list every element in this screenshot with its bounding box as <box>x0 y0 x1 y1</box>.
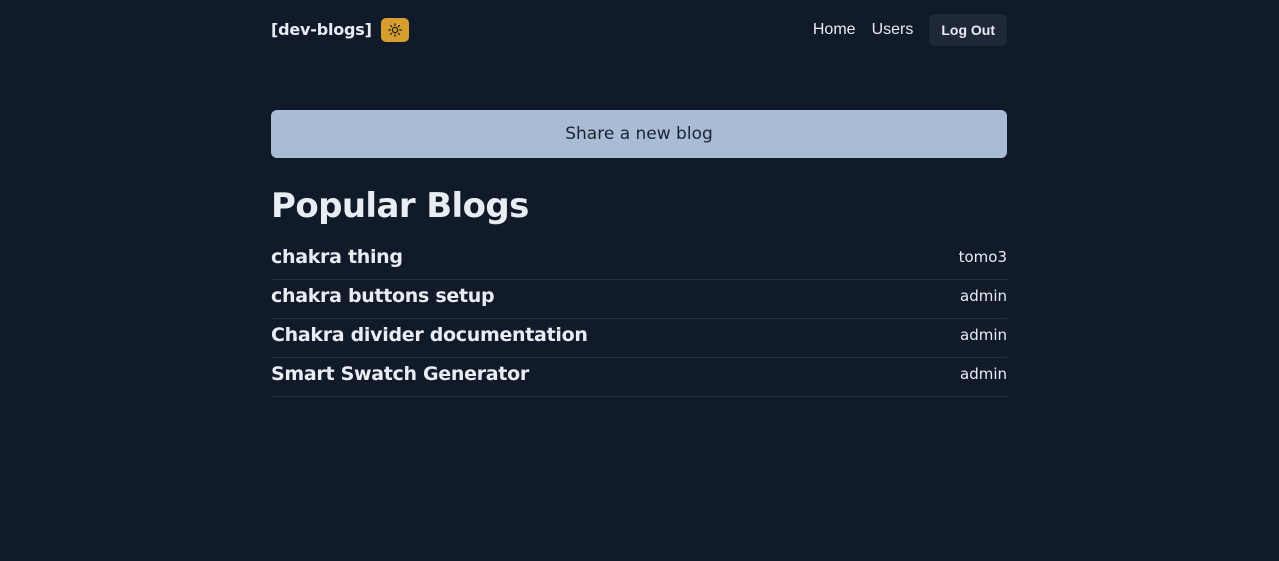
blog-list-item: chakra thing tomo3 <box>271 242 1007 280</box>
nav-links: Home Users Log Out <box>813 14 1007 46</box>
blog-title-link[interactable]: chakra thing <box>271 244 403 270</box>
blog-author-link[interactable]: admin <box>960 363 1007 385</box>
brand-group: [dev-blogs] <box>271 18 409 42</box>
navbar: [dev-blogs] Home Users Log Out <box>271 0 1007 60</box>
sun-icon <box>387 23 402 37</box>
page-title: Popular Blogs <box>271 186 529 226</box>
page-container: [dev-blogs] Home Users Log Out Share a n… <box>271 0 1007 397</box>
blog-author-link[interactable]: admin <box>960 324 1007 346</box>
blog-list: chakra thing tomo3 chakra buttons setup … <box>271 242 1007 398</box>
blog-title-link[interactable]: chakra buttons setup <box>271 283 495 309</box>
logout-button[interactable]: Log Out <box>929 14 1007 46</box>
share-new-blog-button[interactable]: Share a new blog <box>271 110 1007 158</box>
nav-link-home[interactable]: Home <box>813 14 856 46</box>
theme-toggle-button[interactable] <box>380 18 409 42</box>
blog-list-item: Smart Swatch Generator admin <box>271 359 1007 397</box>
blog-author-link[interactable]: admin <box>960 285 1007 307</box>
blog-title-link[interactable]: Chakra divider documentation <box>271 322 588 348</box>
blog-title-link[interactable]: Smart Swatch Generator <box>271 361 529 387</box>
blog-list-item: Chakra divider documentation admin <box>271 320 1007 358</box>
site-brand[interactable]: [dev-blogs] <box>271 18 372 42</box>
nav-link-users[interactable]: Users <box>872 14 914 46</box>
blog-list-item: chakra buttons setup admin <box>271 281 1007 319</box>
blog-author-link[interactable]: tomo3 <box>959 246 1007 268</box>
